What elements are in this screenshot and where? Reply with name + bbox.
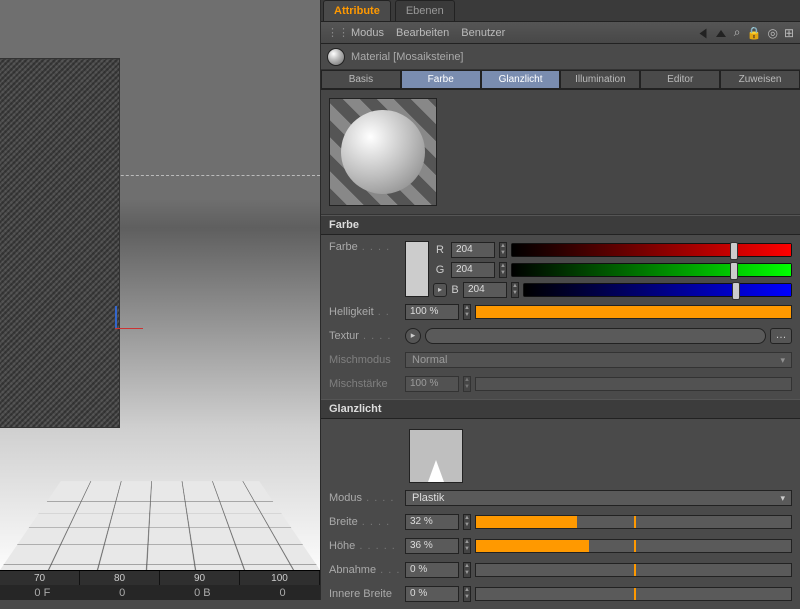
status-value: 0 B <box>194 587 211 599</box>
texture-menu-button[interactable]: ▸ <box>405 328 421 344</box>
floor-grid <box>0 481 320 570</box>
slider-hoehe[interactable] <box>475 539 792 553</box>
input-mischstaerke[interactable]: 100 % <box>405 376 459 392</box>
spinner-helligkeit[interactable]: ▲▼ <box>463 304 471 320</box>
panel-menubar: ⋮⋮ Modus Bearbeiten Benutzer ⌕ 🔒 ◎ ⊞ <box>321 22 800 44</box>
section-farbe: Farbe . . . . R 204 ▲▼ G 204 ▲▼ ▸ B <box>321 235 800 399</box>
tab-editor[interactable]: Editor <box>640 70 720 89</box>
tab-basis[interactable]: Basis <box>321 70 401 89</box>
tab-zuweisen[interactable]: Zuweisen <box>720 70 800 89</box>
viewport-3d[interactable] <box>0 0 320 570</box>
label-farbe: Farbe . . . . <box>329 241 401 253</box>
axis-z <box>115 306 117 328</box>
status-ruler: 0 F 0 0 B 0 <box>0 585 320 600</box>
color-mode-toggle[interactable]: ▸ <box>433 283 447 297</box>
status-value: 0 <box>119 587 125 599</box>
mesh-object[interactable] <box>0 58 120 428</box>
tab-ebenen[interactable]: Ebenen <box>395 0 455 21</box>
slider-innere[interactable] <box>475 587 792 601</box>
channel-tabs: Basis Farbe Glanzlicht Illumination Edit… <box>321 70 800 90</box>
status-value: 0 <box>279 587 285 599</box>
slider-breite[interactable] <box>475 515 792 529</box>
label-mischstaerke: Mischstärke <box>329 378 401 390</box>
label-g-modus: Modus . . . . <box>329 492 401 504</box>
spinner-r[interactable]: ▲▼ <box>499 242 507 258</box>
texture-browse-button[interactable]: … <box>770 328 792 344</box>
texture-field[interactable] <box>425 328 766 344</box>
label-breite: Breite . . . . <box>329 516 401 528</box>
attribute-panel: Attribute Ebenen ⋮⋮ Modus Bearbeiten Ben… <box>320 0 800 600</box>
spinner-b[interactable]: ▲▼ <box>511 282 519 298</box>
search-icon[interactable]: ⌕ <box>734 25 741 40</box>
material-header: Material [Mosaiksteine] <box>321 44 800 70</box>
menu-benutzer[interactable]: Benutzer <box>461 27 505 39</box>
status-value: 0 F <box>34 587 50 599</box>
material-preview[interactable] <box>329 98 437 206</box>
input-abnahme[interactable]: 0 % <box>405 562 459 578</box>
add-icon[interactable]: ⊞ <box>784 26 794 40</box>
slider-abnahme[interactable] <box>475 563 792 577</box>
panel-tabs: Attribute Ebenen <box>321 0 800 22</box>
tab-glanzlicht[interactable]: Glanzlicht <box>481 70 561 89</box>
label-mischmodus: Mischmodus <box>329 354 401 366</box>
input-b[interactable]: 204 <box>463 282 507 298</box>
section-header-farbe: Farbe <box>321 215 800 235</box>
grip-icon[interactable]: ⋮⋮ <box>327 26 339 39</box>
spinner-abnahme[interactable]: ▲▼ <box>463 562 471 578</box>
menu-bearbeiten[interactable]: Bearbeiten <box>396 27 449 39</box>
label-r: R <box>433 244 447 256</box>
spinner-g[interactable]: ▲▼ <box>499 262 507 278</box>
label-abnahme: Abnahme . . . <box>329 564 401 576</box>
label-g: G <box>433 264 447 276</box>
nav-up-icon[interactable] <box>716 26 728 40</box>
label-hoehe: Höhe . . . . . <box>329 540 401 552</box>
new-icon[interactable]: ◎ <box>767 26 777 40</box>
label-b: B <box>451 284 459 296</box>
color-swatch[interactable] <box>405 241 429 297</box>
input-helligkeit[interactable]: 100 % <box>405 304 459 320</box>
menu-modus[interactable]: Modus <box>351 27 384 39</box>
slider-mischstaerke[interactable] <box>475 377 792 391</box>
spinner-mischstaerke[interactable]: ▲▼ <box>463 376 471 392</box>
lock-icon[interactable]: 🔒 <box>747 26 762 40</box>
material-name: Material [Mosaiksteine] <box>351 51 464 63</box>
input-breite[interactable]: 32 % <box>405 514 459 530</box>
material-preview-area <box>321 90 800 215</box>
section-glanzlicht: Modus . . . . Plastik Breite . . . . 32 … <box>321 419 800 609</box>
slider-g[interactable] <box>511 263 792 277</box>
spinner-breite[interactable]: ▲▼ <box>463 514 471 530</box>
input-g[interactable]: 204 <box>451 262 495 278</box>
label-helligkeit: Helligkeit . . <box>329 306 401 318</box>
preview-sphere <box>341 110 425 194</box>
specular-curve-icon <box>428 460 444 482</box>
label-innere: Innere Breite <box>329 588 401 600</box>
tab-attribute[interactable]: Attribute <box>323 0 391 21</box>
tab-farbe[interactable]: Farbe <box>401 70 481 89</box>
input-r[interactable]: 204 <box>451 242 495 258</box>
material-thumb-icon[interactable] <box>327 48 345 66</box>
specular-preview <box>409 429 463 483</box>
slider-b[interactable] <box>523 283 792 297</box>
axis-x <box>115 328 143 329</box>
label-textur: Textur . . . . <box>329 330 401 342</box>
slider-r[interactable] <box>511 243 792 257</box>
section-header-glanzlicht: Glanzlicht <box>321 399 800 419</box>
nav-back-icon[interactable] <box>698 26 710 40</box>
slider-helligkeit[interactable] <box>475 305 792 319</box>
tab-illumination[interactable]: Illumination <box>560 70 640 89</box>
spinner-hoehe[interactable]: ▲▼ <box>463 538 471 554</box>
dropdown-mischmodus[interactable]: Normal <box>405 352 792 368</box>
dropdown-glanz-modus[interactable]: Plastik <box>405 490 792 506</box>
input-hoehe[interactable]: 36 % <box>405 538 459 554</box>
